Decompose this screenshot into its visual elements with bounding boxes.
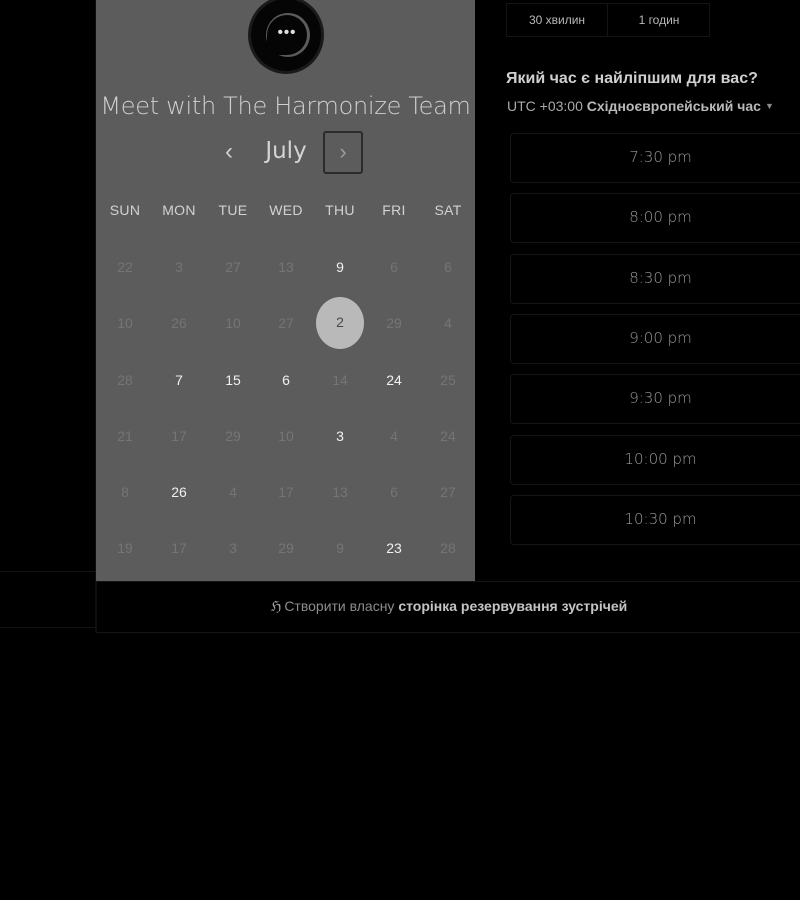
time-slot-button[interactable]: 10:00 pm (510, 435, 800, 485)
unavailable-date: 22 (117, 259, 133, 275)
unavailable-date: 4 (444, 315, 452, 331)
unavailable-date: 27 (278, 315, 294, 331)
unavailable-date: 17 (278, 484, 294, 500)
timezone-selector[interactable]: UTC +03:00 Східноєвропейський час ▼ (507, 98, 774, 114)
weekday-label: TUE (218, 202, 248, 218)
unavailable-date: 17 (171, 540, 187, 556)
unavailable-date: 28 (440, 540, 456, 556)
unavailable-date: 10 (225, 315, 241, 331)
footer-prefix: Створити власну (284, 598, 395, 614)
unavailable-date: 27 (225, 259, 241, 275)
unavailable-date: 19 (117, 540, 133, 556)
selected-date-button[interactable]: 2 (316, 297, 364, 349)
time-slot-button[interactable]: 9:00 pm (510, 314, 800, 364)
weekday-label: FRI (382, 202, 406, 218)
month-label: July (265, 138, 307, 164)
weekday-label: THU (325, 202, 355, 218)
unavailable-date: 4 (229, 484, 237, 500)
time-slot-button[interactable]: 8:30 pm (510, 254, 800, 304)
month-navigation: ‹ July › (96, 130, 475, 176)
timezone-offset: UTC +03:00 (507, 98, 583, 114)
time-slot-button[interactable]: 7:30 pm (510, 133, 800, 183)
available-date-button[interactable]: 23 (367, 538, 421, 558)
page-frame-line (0, 627, 96, 628)
weekday-label: MON (162, 202, 196, 218)
unavailable-date: 25 (440, 372, 456, 388)
unavailable-date: 8 (121, 484, 129, 500)
time-question-heading: Який час є найліпшим для вас? (506, 70, 758, 87)
unavailable-date: 14 (332, 372, 348, 388)
unavailable-date: 27 (440, 484, 456, 500)
caret-down-icon: ▼ (764, 101, 774, 111)
weekday-header: SUN MON TUE WED THU FRI SAT (96, 202, 475, 220)
available-date-button[interactable]: 6 (259, 370, 313, 390)
hubspot-sprocket-icon: ℌ (270, 598, 282, 614)
time-slot-button[interactable]: 9:30 pm (510, 374, 800, 424)
unavailable-date: 9 (336, 540, 344, 556)
unavailable-date: 6 (390, 259, 398, 275)
available-date-button[interactable]: 15 (206, 370, 260, 390)
unavailable-date: 13 (332, 484, 348, 500)
timezone-name: Східноєвропейський час (586, 98, 761, 114)
unavailable-date: 6 (390, 484, 398, 500)
duration-selector: 30 хвилин 1 годин (506, 3, 710, 37)
footer-link-text: сторінка резервування зустрічей (398, 598, 628, 614)
unavailable-date: 3 (175, 259, 183, 275)
available-date-button[interactable]: 7 (152, 370, 206, 390)
weekday-label: WED (269, 202, 303, 218)
duration-30-min-button[interactable]: 30 хвилин (507, 4, 607, 36)
page-frame-line (0, 571, 96, 572)
unavailable-date: 3 (229, 540, 237, 556)
unavailable-date: 10 (117, 315, 133, 331)
time-slot-button[interactable]: 10:30 pm (510, 495, 800, 545)
unavailable-date: 6 (444, 259, 452, 275)
create-booking-page-link[interactable]: ℌ Створити власну сторінка резервування з… (97, 598, 800, 615)
unavailable-date: 17 (171, 428, 187, 444)
company-logo: ••• (248, 0, 324, 74)
weekday-label: SAT (434, 202, 462, 218)
available-date-button[interactable]: 9 (313, 257, 367, 277)
unavailable-date: 29 (225, 428, 241, 444)
unavailable-date: 10 (278, 428, 294, 444)
unavailable-date: 26 (171, 315, 187, 331)
footer-bar: ℌ Створити власну сторінка резервування з… (96, 581, 800, 633)
time-slot-button[interactable]: 8:00 pm (510, 193, 800, 243)
available-date-button[interactable]: 3 (313, 426, 367, 446)
duration-1-hour-button[interactable]: 1 годин (608, 4, 710, 36)
unavailable-date: 13 (278, 259, 294, 275)
prev-month-button[interactable]: ‹ (214, 136, 244, 168)
available-date-button[interactable]: 26 (152, 482, 206, 502)
unavailable-date: 28 (117, 372, 133, 388)
available-date-button[interactable]: 24 (367, 370, 421, 390)
meeting-title: Meet with The Harmonize Team (100, 92, 471, 120)
next-month-button[interactable]: › (323, 131, 363, 174)
unavailable-date: 21 (117, 428, 133, 444)
unavailable-date: 24 (440, 428, 456, 444)
weekday-label: SUN (109, 202, 141, 218)
unavailable-date: 4 (390, 428, 398, 444)
unavailable-date: 29 (278, 540, 294, 556)
unavailable-date: 29 (386, 315, 402, 331)
calendar-card: ••• Meet with The Harmonize Team ‹ July … (96, 0, 475, 581)
chat-bubble-icon: ••• (267, 15, 307, 55)
